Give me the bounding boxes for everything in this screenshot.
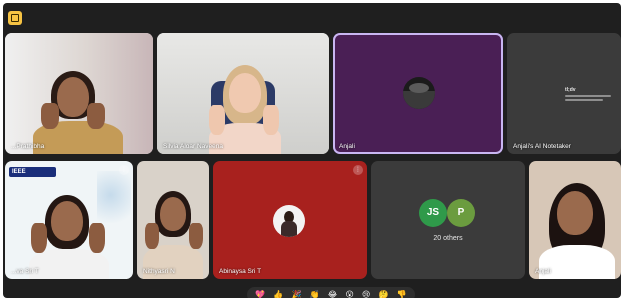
participant-tile-2[interactable]: Silvia Aloar Naveena <box>157 33 329 154</box>
notetaker-card: tl;dv <box>565 87 615 103</box>
participant-tile-3[interactable]: Anjali <box>333 33 503 154</box>
participant-name: Abinaysa Sri T <box>219 268 262 275</box>
participant-tile-1[interactable]: ...Prathibha <box>5 33 153 154</box>
more-options-icon[interactable]: ⋮ <box>353 165 363 175</box>
participant-name: Anjali's AI Notetaker <box>513 143 571 150</box>
participant-tile-8[interactable]: JS P 20 others <box>371 161 525 279</box>
more-options-icon[interactable]: ⋮ <box>119 165 129 175</box>
participant-name: Nithyasri N <box>143 268 175 275</box>
reaction-bar: 💖 👍 🎉 👏 😂 😮 😢 🤔 👎 <box>247 287 415 298</box>
participant-initials-js: JS <box>419 199 447 227</box>
participant-tile-9[interactable]: Anjali <box>529 161 621 279</box>
reaction-party-icon[interactable]: 🎉 <box>292 290 302 299</box>
reaction-heart-icon[interactable]: 💖 <box>255 290 265 299</box>
others-count: 20 others <box>433 235 463 242</box>
participant-tile-7[interactable]: Abinaysa Sri T ⋮ <box>213 161 367 279</box>
ieee-badge: IEEE <box>9 167 56 177</box>
reaction-laugh-icon[interactable]: 😂 <box>328 290 337 299</box>
reaction-thumbs-up-icon[interactable]: 👍 <box>273 290 283 299</box>
participant-tile-4[interactable]: tl;dv Anjali's AI Notetaker <box>507 33 621 154</box>
notetaker-title: tl;dv <box>565 87 576 93</box>
participant-tile-5[interactable]: IEEE ...va Sri T ⋮ <box>5 161 133 279</box>
reaction-thumbs-down-icon[interactable]: 👎 <box>397 290 407 299</box>
reaction-thinking-icon[interactable]: 🤔 <box>379 290 389 299</box>
participant-name: Anjali <box>535 268 551 275</box>
participant-video-1 <box>5 33 153 154</box>
participant-name: Anjali <box>339 143 355 150</box>
participant-initials-p: P <box>447 199 475 227</box>
participant-name: ...Prathibha <box>11 143 45 150</box>
participant-name: Silvia Aloar Naveena <box>163 143 223 150</box>
participant-video-2 <box>157 33 329 154</box>
reaction-sad-icon[interactable]: 😢 <box>362 290 370 299</box>
participant-name: ...va Sri T <box>11 268 39 275</box>
reaction-clap-icon[interactable]: 👏 <box>310 290 320 299</box>
app-menu-icon[interactable] <box>8 11 22 25</box>
participant-tile-6[interactable]: Nithyasri N <box>137 161 209 279</box>
reaction-surprised-icon[interactable]: 😮 <box>345 290 353 299</box>
participant-avatar <box>403 77 435 109</box>
meeting-stage: ...Prathibha Silvia Aloar Naveena Anjali… <box>3 3 621 298</box>
participant-avatar <box>273 205 305 237</box>
